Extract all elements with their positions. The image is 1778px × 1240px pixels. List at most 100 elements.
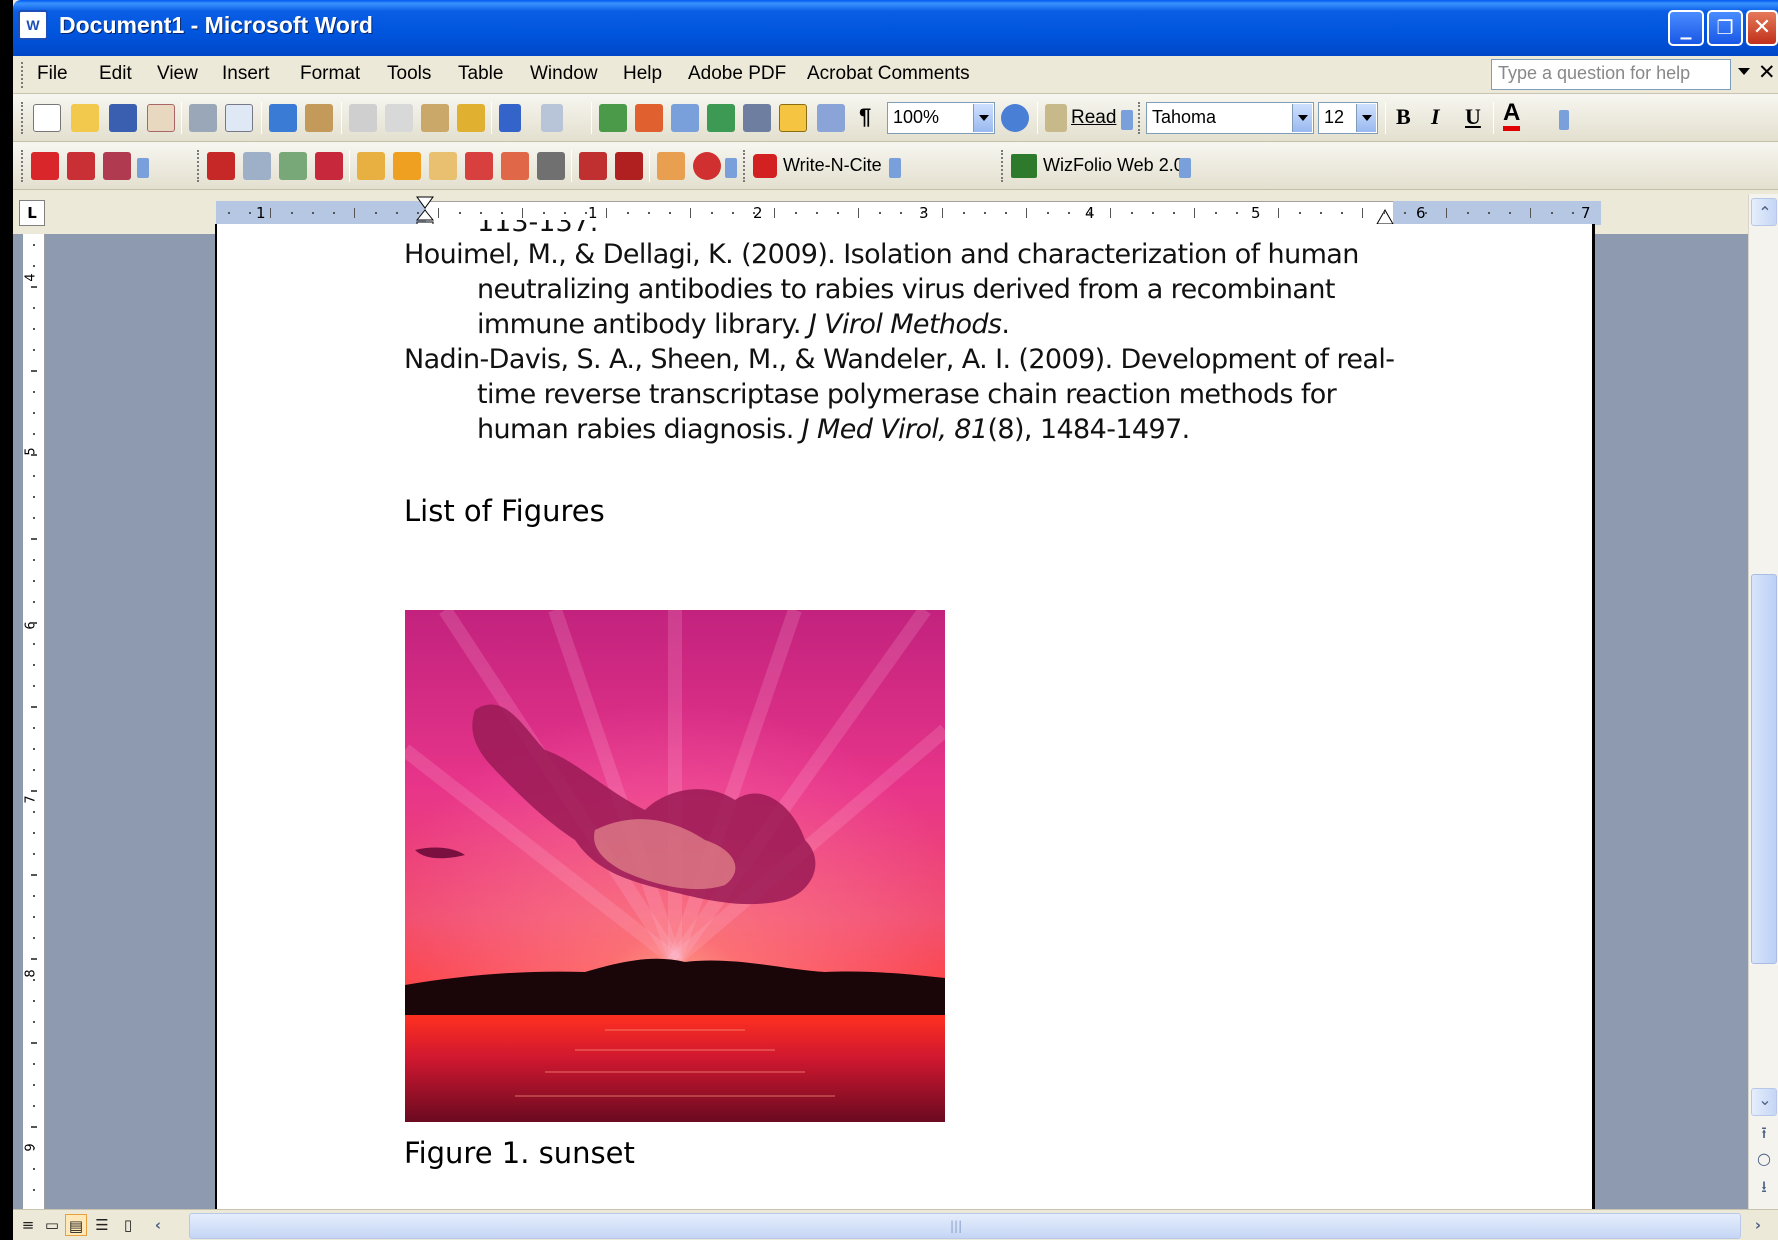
go-to-endnote-icon[interactable] — [357, 152, 385, 180]
preferences-icon[interactable] — [579, 152, 607, 180]
edit-citation-icon[interactable] — [393, 152, 421, 180]
italic-button[interactable]: I — [1431, 104, 1440, 130]
open-icon[interactable] — [71, 104, 99, 132]
endnote-icon[interactable] — [207, 152, 235, 180]
normal-view-icon[interactable]: ≡ — [17, 1214, 39, 1236]
scroll-up-button[interactable]: ⌃ — [1751, 198, 1777, 226]
menu-acrobat-comments[interactable]: Acrobat Comments — [807, 63, 970, 85]
underline-button[interactable]: U — [1465, 104, 1481, 130]
zoom-combo[interactable]: 100% — [887, 102, 995, 134]
convert-to-pdf-icon[interactable] — [31, 152, 59, 180]
next-page-button[interactable]: ⭳ — [1751, 1176, 1777, 1203]
vertical-scrollbar[interactable]: ⌃ ⌄ ⭱ ○ ⭳ — [1748, 194, 1778, 1209]
toolbar-options-icon[interactable] — [1179, 158, 1191, 178]
menu-view[interactable]: View — [157, 63, 198, 85]
document-page[interactable]: 113-137. Houimel, M., & Dellagi, K. (200… — [215, 220, 1595, 1224]
help-search-input[interactable]: Type a question for help — [1491, 59, 1731, 90]
tab-selector[interactable]: L — [19, 200, 45, 226]
word-app-icon[interactable]: W — [18, 10, 48, 40]
spelling-icon[interactable] — [269, 104, 297, 132]
print-layout-view-icon[interactable]: ▤ — [65, 1214, 87, 1236]
chevron-down-icon[interactable] — [973, 104, 993, 132]
pdf-review-icon[interactable] — [103, 152, 131, 180]
menu-grip[interactable] — [21, 62, 24, 88]
convert-and-email-icon[interactable] — [67, 152, 95, 180]
insert-excel-icon[interactable] — [707, 104, 735, 132]
save-icon[interactable] — [109, 104, 137, 132]
toolbar-grip[interactable] — [743, 150, 746, 182]
toolbar-options-icon[interactable] — [725, 158, 737, 178]
document-close-button[interactable]: ✕ — [1758, 60, 1776, 84]
help-circle-icon[interactable] — [693, 152, 721, 180]
font-name-combo[interactable]: Tahoma — [1146, 102, 1314, 134]
toolbar-grip[interactable] — [1138, 102, 1141, 134]
toolbar-options-icon[interactable] — [1559, 110, 1569, 130]
toolbar-options-icon[interactable] — [137, 158, 149, 178]
select-browse-object-button[interactable]: ○ — [1751, 1149, 1777, 1168]
redo-icon[interactable] — [541, 104, 563, 132]
unformat-citation-icon[interactable] — [465, 152, 493, 180]
vertical-scroll-thumb[interactable] — [1751, 574, 1777, 964]
copy-icon[interactable] — [385, 104, 413, 132]
format-painter-icon[interactable] — [457, 104, 485, 132]
wizfolio-button[interactable]: WizFolio Web 2.0 — [1043, 155, 1184, 176]
reading-layout-view-icon[interactable]: ▯ — [117, 1214, 139, 1236]
menu-file[interactable]: File — [37, 63, 68, 85]
bold-button[interactable]: B — [1396, 104, 1411, 130]
paste-icon[interactable] — [421, 104, 449, 132]
insert-note-icon[interactable] — [315, 152, 343, 180]
permission-icon[interactable] — [147, 104, 175, 132]
format-bibliography-icon[interactable] — [279, 152, 307, 180]
remove-field-icon[interactable] — [501, 152, 529, 180]
cut-icon[interactable] — [349, 104, 377, 132]
menu-table[interactable]: Table — [458, 63, 503, 85]
print-icon[interactable] — [189, 104, 217, 132]
menu-insert[interactable]: Insert — [222, 63, 270, 85]
sunset-image[interactable] — [405, 610, 945, 1122]
minimize-button[interactable]: _ — [1668, 10, 1704, 46]
previous-page-button[interactable]: ⭱ — [1751, 1122, 1777, 1149]
restore-button[interactable]: ❐ — [1707, 10, 1743, 46]
people-icon[interactable] — [615, 152, 643, 180]
toolbar-options-icon[interactable] — [889, 158, 901, 178]
chevron-down-icon[interactable] — [1292, 104, 1312, 132]
tables-borders-icon[interactable] — [635, 104, 663, 132]
new-document-icon[interactable] — [33, 104, 61, 132]
edit-library-icon[interactable] — [429, 152, 457, 180]
menu-edit[interactable]: Edit — [99, 63, 132, 85]
chevron-down-icon[interactable] — [1356, 104, 1376, 132]
vertical-ruler[interactable]: 4 5 6 7 8 9 — [23, 234, 45, 1209]
font-color-dropdown-icon[interactable] — [1533, 104, 1545, 132]
drawing-icon[interactable] — [779, 104, 807, 132]
scroll-right-button[interactable]: › — [1747, 1214, 1769, 1236]
menu-window[interactable]: Window — [530, 63, 598, 85]
print-preview-icon[interactable] — [225, 104, 253, 132]
menu-help[interactable]: Help — [623, 63, 662, 85]
help-dropdown-icon[interactable] — [1738, 68, 1750, 75]
hand-icon[interactable] — [657, 152, 685, 180]
web-layout-view-icon[interactable]: ▭ — [41, 1214, 63, 1236]
undo-icon[interactable] — [499, 104, 521, 132]
find-citation-icon[interactable] — [243, 152, 271, 180]
scroll-left-button[interactable]: ‹ — [147, 1214, 169, 1236]
close-button[interactable]: ✕ — [1746, 10, 1778, 46]
read-icon[interactable] — [1045, 104, 1067, 132]
horizontal-scrollbar[interactable]: ||| — [189, 1213, 1741, 1239]
font-color-button[interactable]: A — [1503, 100, 1521, 131]
toolbar-grip[interactable] — [1001, 150, 1004, 182]
help-icon[interactable] — [1001, 104, 1029, 132]
show-hide-icon[interactable]: ¶ — [859, 104, 871, 130]
cite-while-write-icon[interactable] — [537, 152, 565, 180]
columns-icon[interactable] — [743, 104, 771, 132]
outline-view-icon[interactable]: ☰ — [91, 1214, 113, 1236]
insert-table-icon[interactable] — [671, 104, 699, 132]
toolbar-grip[interactable] — [21, 102, 24, 134]
font-size-combo[interactable]: 12 — [1318, 102, 1378, 134]
toolbar-grip[interactable] — [197, 150, 200, 182]
scroll-down-button[interactable]: ⌄ — [1751, 1088, 1777, 1116]
menu-format[interactable]: Format — [300, 63, 360, 85]
menu-tools[interactable]: Tools — [387, 63, 431, 85]
read-button[interactable]: Read — [1071, 107, 1116, 129]
document-map-icon[interactable] — [817, 104, 845, 132]
toolbar-options-icon[interactable] — [1121, 110, 1133, 130]
